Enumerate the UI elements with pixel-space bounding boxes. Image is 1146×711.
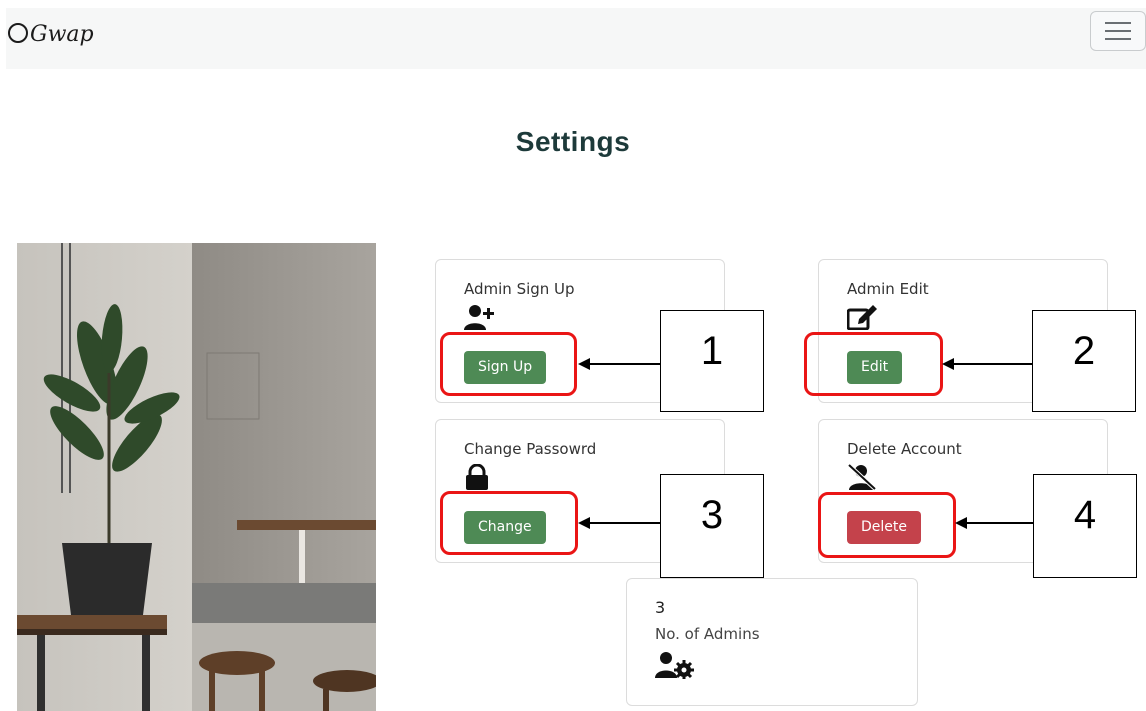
annotation-number-3: 3 <box>660 474 764 578</box>
user-plus-icon <box>464 305 494 330</box>
logo-circle-icon <box>8 23 28 43</box>
page-title: Settings <box>515 126 631 157</box>
annotation-arrow-head <box>955 517 967 529</box>
annotation-arrow-head <box>942 358 954 370</box>
annotation-arrow-head <box>578 517 590 529</box>
annotation-highlight-3 <box>440 491 578 555</box>
annotation-highlight-4 <box>818 492 956 558</box>
decorative-photo <box>17 243 376 711</box>
user-slash-icon <box>847 464 877 490</box>
hamburger-menu-button[interactable] <box>1090 11 1146 51</box>
admins-count: 3 <box>655 598 666 617</box>
card-label: Admin Edit <box>847 280 929 298</box>
annotation-number-1: 1 <box>660 310 764 412</box>
user-gear-icon <box>655 652 694 679</box>
annotation-arrow-line <box>967 522 1033 524</box>
hamburger-bar <box>1105 38 1131 40</box>
card-label: Admin Sign Up <box>464 280 575 298</box>
annotation-highlight-2 <box>804 332 943 396</box>
annotation-arrow-head <box>578 358 590 370</box>
annotation-arrow-line <box>954 363 1032 365</box>
admins-count-card: 3 No. of Admins <box>626 578 918 706</box>
brand-name: Gwap <box>30 22 94 47</box>
annotation-arrow-line <box>590 522 660 524</box>
annotation-arrow-line <box>590 363 660 365</box>
brand-logo[interactable]: Gwap <box>8 8 128 58</box>
pen-to-square-icon <box>847 305 877 330</box>
navbar: Gwap <box>6 8 1146 69</box>
card-label: Delete Account <box>847 440 962 458</box>
lock-icon <box>466 464 488 490</box>
annotation-number-2: 2 <box>1032 310 1136 412</box>
hamburger-menu-icon <box>1105 22 1131 24</box>
annotation-number-4: 4 <box>1033 474 1137 578</box>
hamburger-bar <box>1105 30 1131 32</box>
admins-label: No. of Admins <box>655 625 760 643</box>
card-label: Change Passowrd <box>464 440 597 458</box>
annotation-highlight-1 <box>440 332 577 396</box>
